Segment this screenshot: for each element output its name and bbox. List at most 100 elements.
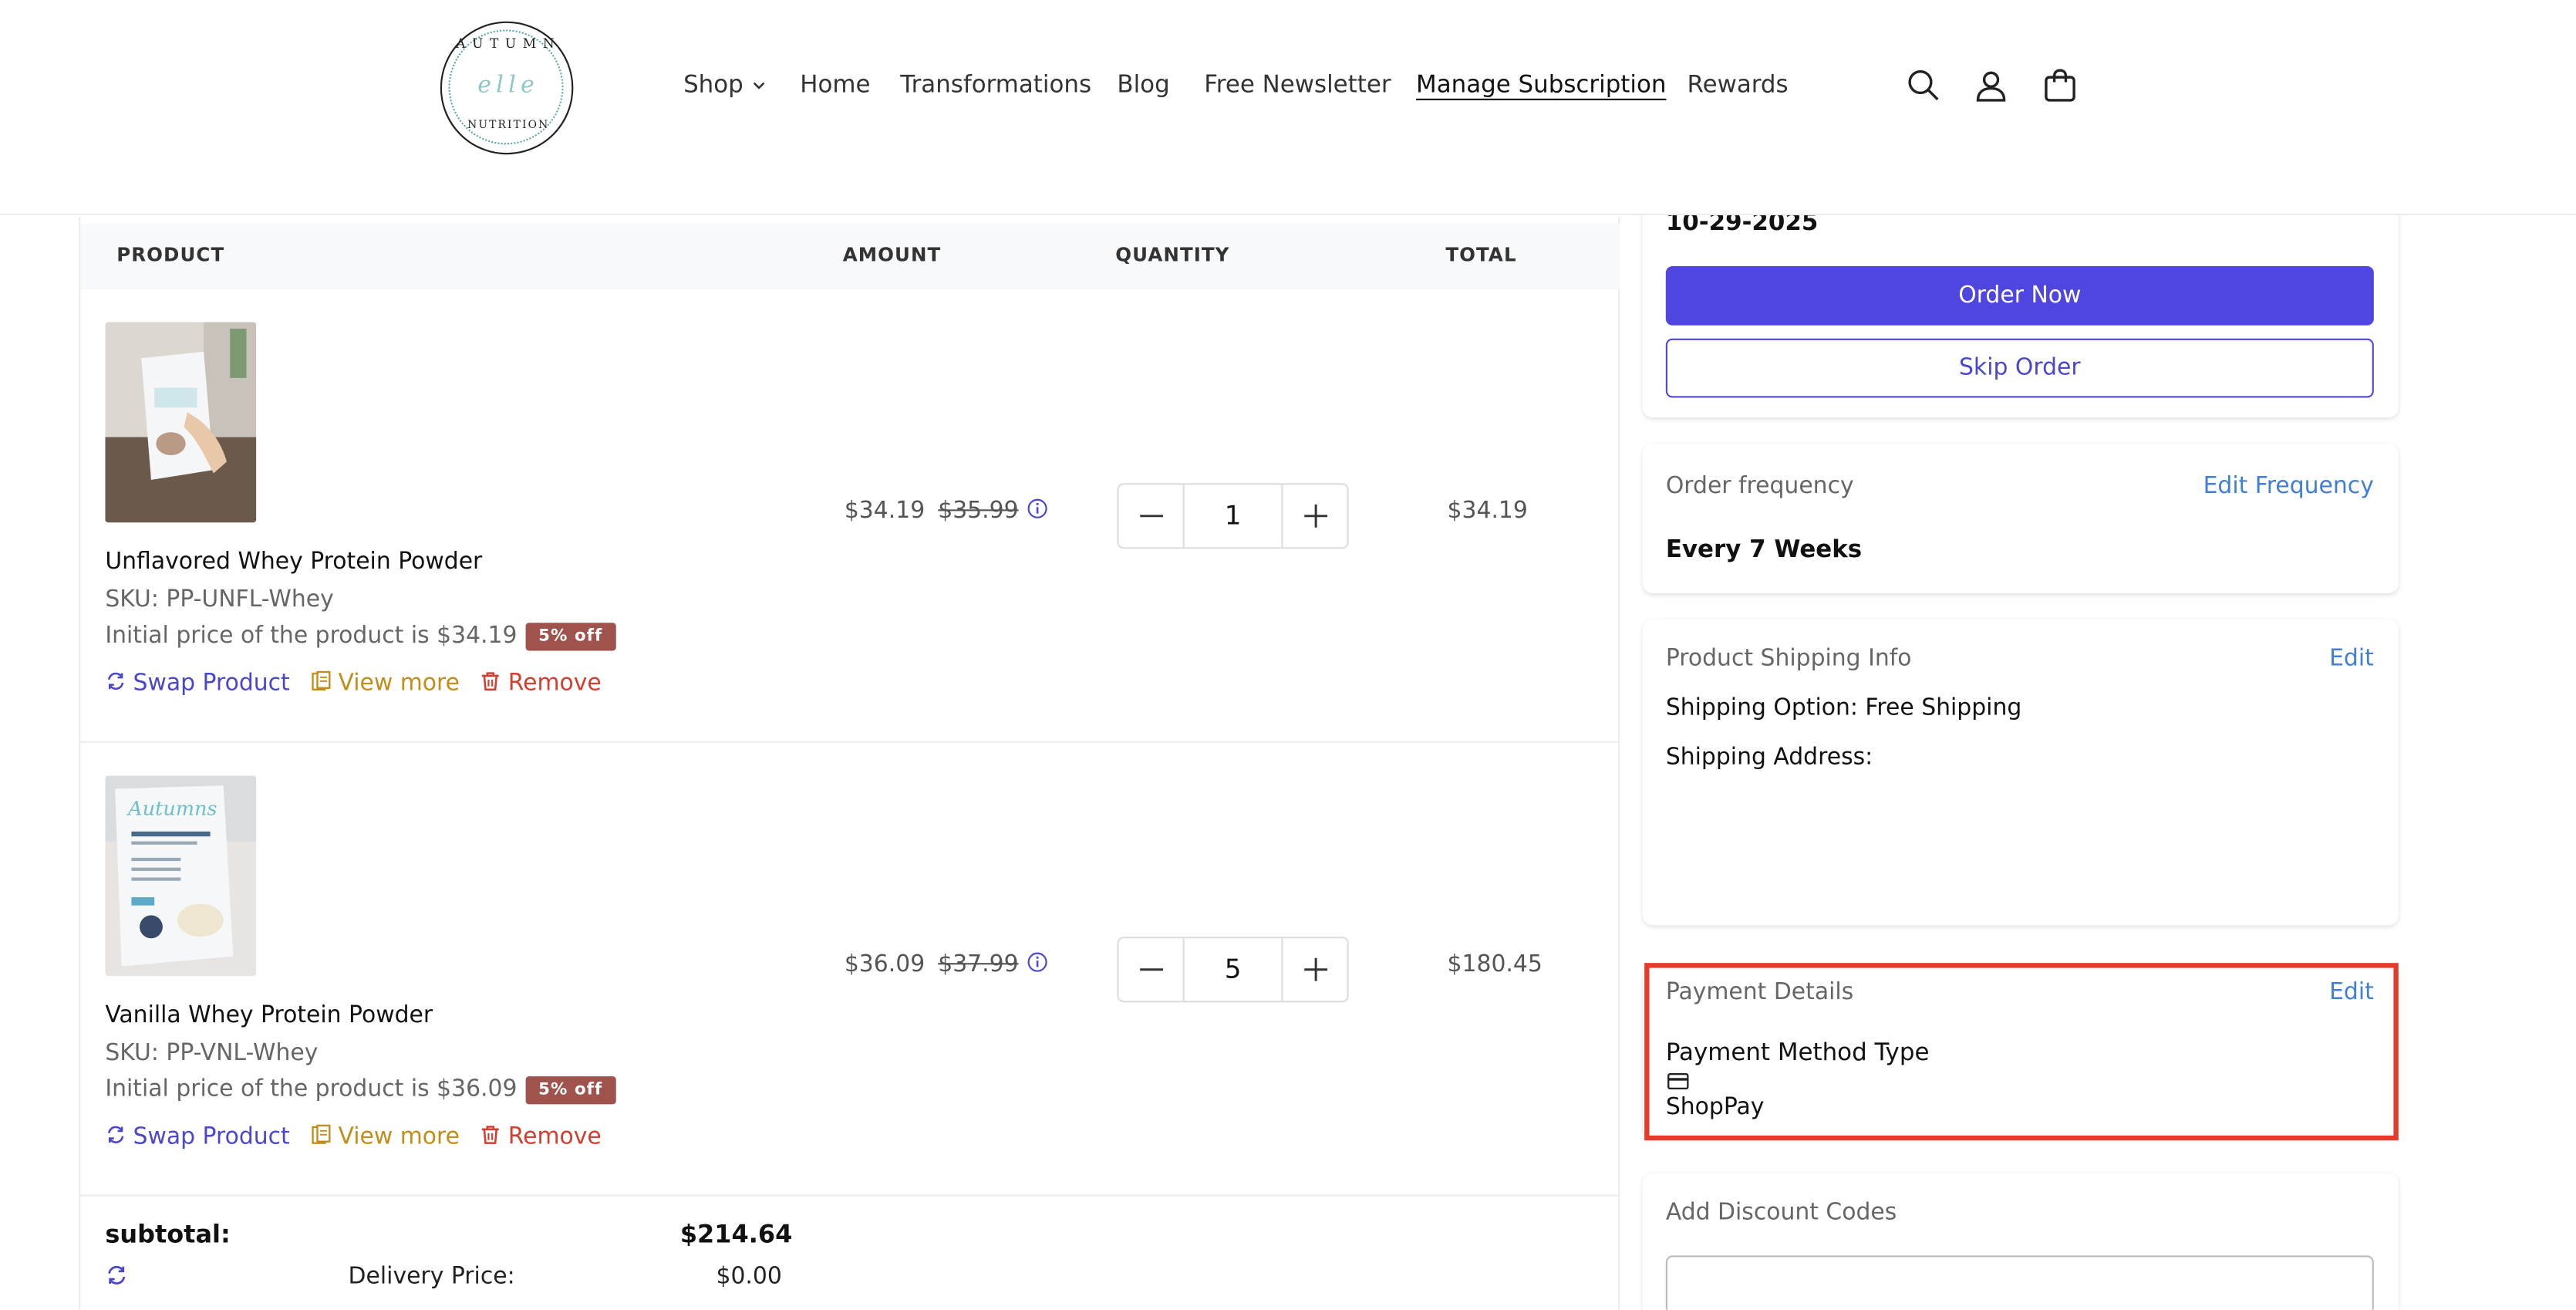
product-image[interactable]: Autumns	[105, 775, 257, 977]
line-total: $180.45	[1447, 951, 1543, 978]
remove-button[interactable]: Remove	[480, 670, 602, 697]
product-actions: Swap Product View more Remove	[105, 670, 614, 697]
nav-transformations[interactable]: Transformations	[900, 73, 1091, 99]
initial-price-text: Initial price of the product is $34.19	[105, 623, 518, 650]
product-actions: Swap Product View more Remove	[105, 1124, 614, 1150]
cart-icon[interactable]	[2042, 67, 2079, 103]
trash-icon	[482, 1126, 500, 1144]
order-now-button[interactable]: Order Now	[1665, 266, 2374, 326]
nav-rewards[interactable]: Rewards	[1688, 73, 1789, 99]
swap-product-button[interactable]: Swap Product	[105, 1123, 290, 1151]
current-price: $34.19	[844, 498, 926, 525]
order-frequency-card: Order frequency Edit Frequency Every 7 W…	[1643, 444, 2399, 593]
table-row: Unflavored Whey Protein Powder SKU: PP-U…	[80, 289, 1620, 743]
shipping-info-card: Product Shipping Info Edit Shipping Opti…	[1643, 620, 2399, 926]
product-name[interactable]: Vanilla Whey Protein Powder	[105, 1002, 433, 1028]
nav-shop[interactable]: Shop	[683, 73, 768, 99]
product-sku: SKU: PP-UNFL-Whey	[105, 586, 334, 613]
view-more-label: View more	[338, 670, 460, 697]
info-icon[interactable]	[1027, 951, 1048, 973]
swap-product-button[interactable]: Swap Product	[105, 670, 290, 697]
view-more-button[interactable]: View more	[310, 1124, 460, 1150]
skip-order-button[interactable]: Skip Order	[1665, 338, 2374, 398]
initial-price-text: Initial price of the product is $36.09	[105, 1076, 518, 1103]
quantity-stepper: 1	[1117, 483, 1349, 549]
view-more-label: View more	[338, 1123, 460, 1151]
current-price: $36.09	[844, 951, 926, 978]
product-image[interactable]	[105, 322, 257, 523]
payment-details-highlight	[1644, 963, 2399, 1141]
nav-blog[interactable]: Blog	[1117, 73, 1169, 99]
order-frequency-value: Every 7 Weeks	[1665, 537, 1863, 564]
remove-button[interactable]: Remove	[480, 1124, 602, 1150]
brand-logo[interactable]: AUTUMN elle NUTRITION	[440, 21, 574, 155]
original-price: $37.99	[938, 951, 1019, 978]
discount-codes-title: Add Discount Codes	[1665, 1199, 1897, 1226]
shipping-option: Shipping Option: Free Shipping	[1665, 694, 2022, 722]
discount-badge: 5% off	[525, 623, 616, 651]
increase-quantity-button[interactable]	[1281, 484, 1347, 548]
delivery-price-value: $0.00	[716, 1263, 782, 1291]
product-amount: $36.09 $37.99	[845, 951, 1048, 977]
decrease-quantity-button[interactable]	[1119, 484, 1185, 548]
plus-icon	[1303, 957, 1327, 981]
minus-icon	[1139, 515, 1162, 518]
original-price: $35.99	[938, 498, 1019, 525]
quantity-input[interactable]: 5	[1185, 938, 1282, 1001]
plus-icon	[1303, 504, 1327, 528]
discount-code-input[interactable]	[1665, 1255, 2374, 1310]
nav-home[interactable]: Home	[800, 73, 870, 99]
discount-codes-card: Add Discount Codes	[1643, 1173, 2399, 1310]
edit-frequency-link[interactable]: Edit Frequency	[2203, 473, 2374, 499]
swap-product-label: Swap Product	[133, 1123, 290, 1151]
logo-top-text: AUTUMN	[456, 35, 561, 52]
product-photo-unflavored	[105, 322, 257, 523]
product-sku: SKU: PP-VNL-Whey	[105, 1040, 319, 1067]
refresh-icon	[107, 1126, 124, 1143]
refresh-icon	[107, 672, 124, 690]
minus-icon	[1139, 968, 1162, 971]
search-icon[interactable]	[1906, 67, 1942, 103]
product-photo-vanilla: Autumns	[105, 775, 257, 977]
info-icon[interactable]	[1027, 498, 1048, 519]
column-header-amount: AMOUNT	[842, 243, 942, 267]
subscription-products-panel: PRODUCT AMOUNT QUANTITY TOTAL Unflavored	[79, 217, 1620, 1310]
shipping-address-label: Shipping Address:	[1665, 744, 1873, 771]
increase-quantity-button[interactable]	[1281, 938, 1347, 1001]
nav-manage-subscription[interactable]: Manage Subscription	[1416, 73, 1666, 99]
product-name[interactable]: Unflavored Whey Protein Powder	[105, 549, 482, 575]
column-header-total: TOTAL	[1445, 243, 1517, 267]
decrease-quantity-button[interactable]	[1119, 938, 1185, 1001]
quantity-stepper: 5	[1117, 937, 1349, 1003]
initial-price: Initial price of the product is $34.19 5%…	[105, 623, 616, 651]
document-icon	[312, 1124, 331, 1144]
swap-product-label: Swap Product	[133, 670, 290, 697]
table-row: Autumns Vanilla Whey Protein Powder SKU:…	[80, 743, 1620, 1197]
product-amount: $34.19 $35.99	[845, 498, 1048, 524]
site-header: AUTUMN elle NUTRITION Shop Home Transfor…	[0, 0, 2576, 216]
quantity-input[interactable]: 1	[1185, 484, 1282, 547]
column-header-quantity: QUANTITY	[1115, 243, 1230, 267]
remove-label: Remove	[507, 1123, 602, 1151]
svg-text:Autumns: Autumns	[126, 797, 217, 820]
trash-icon	[482, 672, 500, 691]
nav-shop-label: Shop	[683, 72, 743, 99]
nav-free-newsletter[interactable]: Free Newsletter	[1204, 73, 1391, 99]
column-header-product: PRODUCT	[116, 243, 225, 267]
subtotal-value: $214.64	[679, 1219, 793, 1249]
view-more-button[interactable]: View more	[310, 670, 460, 697]
logo-script-text: elle	[477, 72, 540, 99]
table-header: PRODUCT AMOUNT QUANTITY TOTAL	[80, 223, 1620, 289]
initial-price: Initial price of the product is $36.09 5%…	[105, 1076, 616, 1105]
delivery-price-label: Delivery Price:	[348, 1263, 515, 1291]
line-total: $34.19	[1447, 498, 1528, 525]
subtotal-label: subtotal:	[105, 1219, 231, 1249]
edit-shipping-link[interactable]: Edit	[2329, 646, 2374, 672]
refresh-icon	[108, 1265, 126, 1285]
chevron-down-icon	[754, 82, 766, 89]
remove-label: Remove	[507, 670, 602, 697]
shipping-info-title: Product Shipping Info	[1665, 646, 1912, 673]
discount-badge: 5% off	[525, 1076, 616, 1105]
account-icon[interactable]	[1973, 67, 2009, 103]
order-frequency-title: Order frequency	[1665, 473, 1854, 500]
